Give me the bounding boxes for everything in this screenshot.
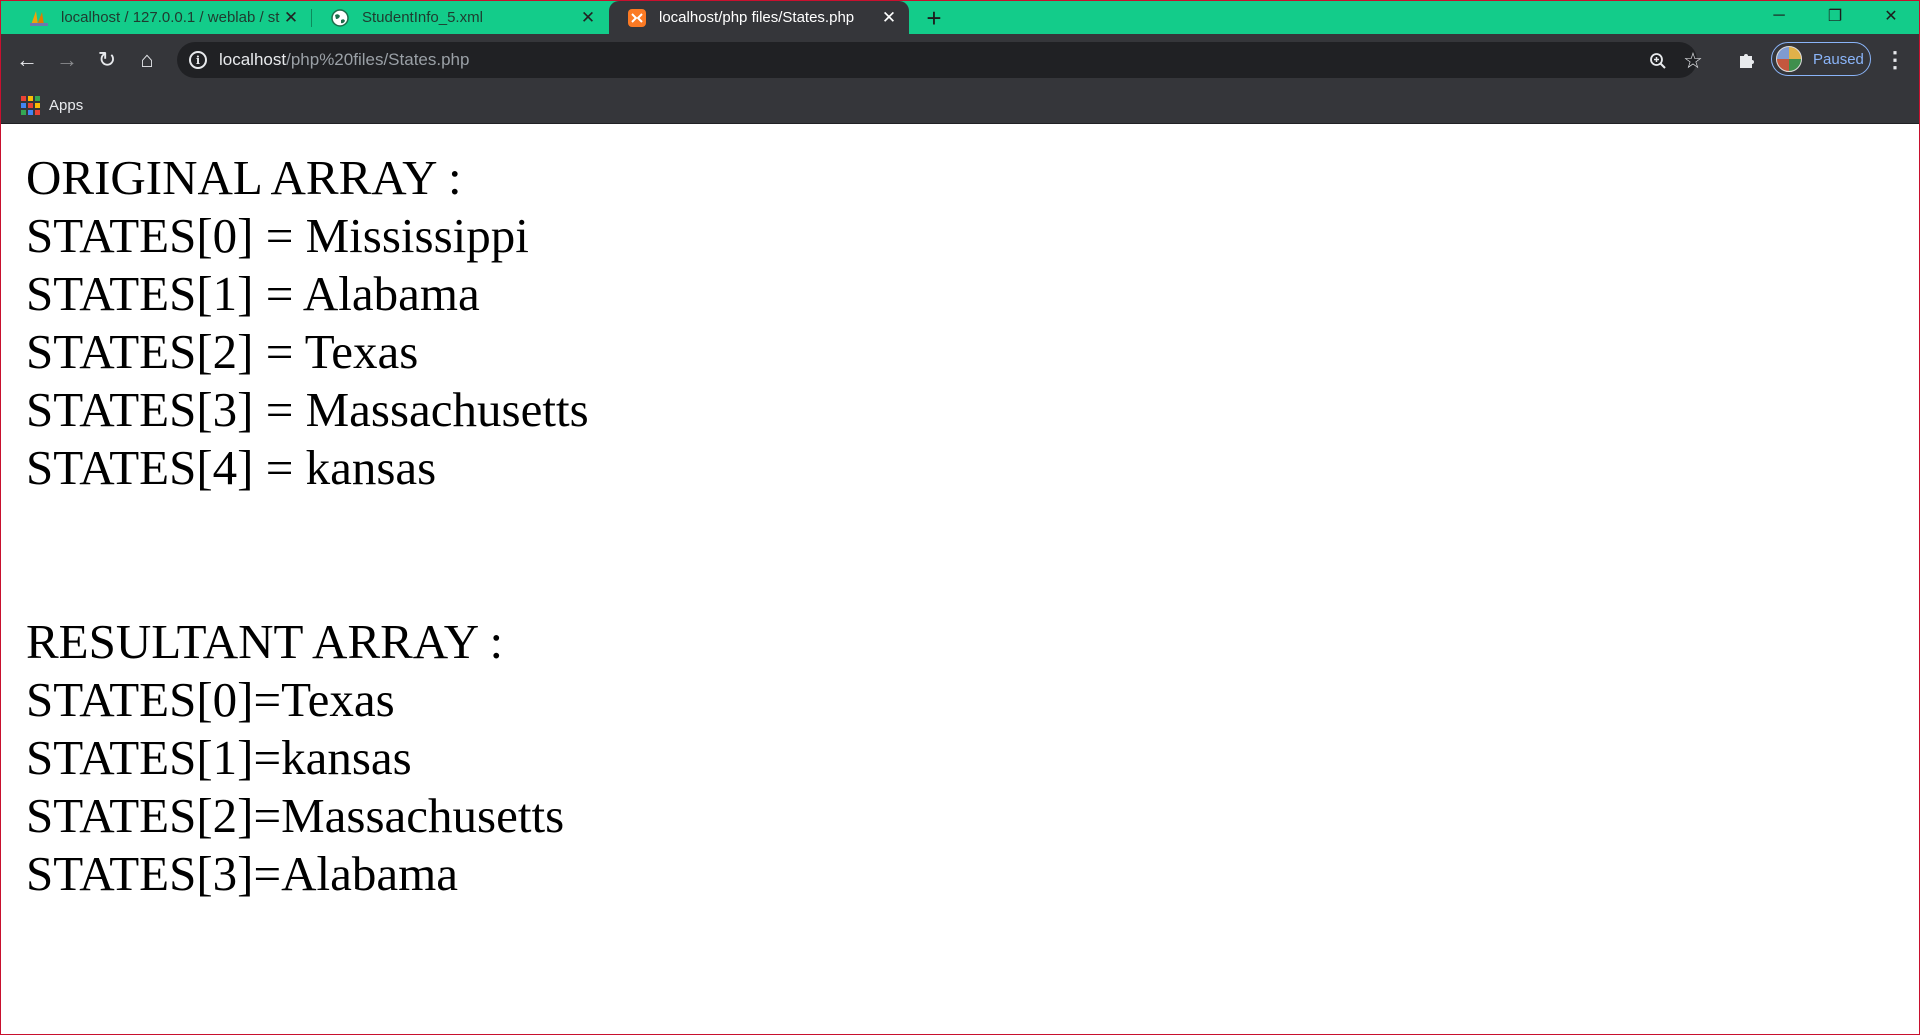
extensions-puzzle-icon[interactable] <box>1731 44 1763 76</box>
home-button[interactable]: ⌂ <box>131 44 163 76</box>
address-url[interactable]: localhost/php%20files/States.php <box>219 50 469 70</box>
phpmyadmin-icon <box>29 8 49 28</box>
close-tab-icon[interactable]: ✕ <box>578 8 598 28</box>
page-content: ORIGINAL ARRAY : STATES[0] = Mississippi… <box>26 149 589 903</box>
resultant-array-line: STATES[3]=Alabama <box>26 846 458 901</box>
address-bar[interactable]: i localhost/php%20files/States.php ☆ <box>177 42 1703 78</box>
avatar <box>1776 46 1802 72</box>
tab-states-php[interactable]: localhost/php files/States.php ✕ <box>609 1 909 34</box>
tab-phpmyadmin[interactable]: localhost / 127.0.0.1 / weblab / st ✕ <box>11 1 311 34</box>
globe-icon <box>330 8 350 28</box>
url-host: localhost <box>219 50 287 69</box>
close-window-button[interactable]: ✕ <box>1863 1 1919 31</box>
bookmark-star-icon[interactable]: ☆ <box>1682 48 1704 73</box>
apps-dot <box>21 109 26 115</box>
profile-status: Paused <box>1813 50 1864 68</box>
close-tab-icon[interactable]: ✕ <box>879 8 899 28</box>
original-array-line: STATES[1] = Alabama <box>26 266 480 321</box>
original-array-line: STATES[3] = Massachusetts <box>26 382 589 437</box>
xampp-icon <box>627 8 647 28</box>
apps-grid-icon <box>21 95 40 115</box>
reload-button[interactable]: ↻ <box>91 44 123 76</box>
browser-toolbar: ← → ↻ ⌂ i localhost/php%20files/States.p… <box>1 34 1919 86</box>
resultant-array-heading: RESULTANT ARRAY : <box>26 614 504 669</box>
resultant-array-line: STATES[0]=Texas <box>26 672 395 727</box>
apps-dot <box>21 95 26 101</box>
site-info-icon[interactable]: i <box>189 51 207 69</box>
original-array-line: STATES[0] = Mississippi <box>26 208 529 263</box>
original-array-line: STATES[2] = Texas <box>26 324 419 379</box>
tab-strip: localhost / 127.0.0.1 / weblab / st ✕ St… <box>1 1 1919 34</box>
apps-dot <box>35 109 40 115</box>
apps-dot <box>28 102 33 108</box>
original-array-heading: ORIGINAL ARRAY : <box>26 150 462 205</box>
menu-icon[interactable]: ⋮ <box>1881 44 1909 76</box>
back-button[interactable]: ← <box>11 44 43 76</box>
bookmarks-bar: Apps <box>1 86 1919 124</box>
profile-button[interactable]: Paused <box>1771 42 1871 76</box>
tab-title: localhost / 127.0.0.1 / weblab / st <box>61 9 280 26</box>
apps-shortcut[interactable]: Apps <box>21 92 83 118</box>
apps-label: Apps <box>49 96 84 114</box>
zoom-icon[interactable] <box>1647 50 1669 72</box>
resultant-array-line: STATES[2]=Massachusetts <box>26 788 565 843</box>
browser-window: localhost / 127.0.0.1 / weblab / st ✕ St… <box>0 0 1920 1035</box>
tab-title: localhost/php files/States.php <box>659 9 855 26</box>
apps-dot <box>28 95 33 101</box>
new-tab-button[interactable]: + <box>921 5 947 31</box>
tab-title: StudentInfo_5.xml <box>362 9 483 26</box>
apps-dot <box>21 102 26 108</box>
resultant-array-line: STATES[1]=kansas <box>26 730 412 785</box>
apps-dot <box>28 109 33 115</box>
tab-studentinfo[interactable]: StudentInfo_5.xml ✕ <box>312 1 608 34</box>
forward-button[interactable]: → <box>51 44 83 76</box>
apps-dot <box>35 102 40 108</box>
minimize-button[interactable]: ─ <box>1751 1 1807 31</box>
apps-dot <box>35 95 40 101</box>
restore-button[interactable]: ❐ <box>1807 1 1863 31</box>
url-path: /php%20files/States.php <box>286 50 470 69</box>
close-tab-icon[interactable]: ✕ <box>281 8 301 28</box>
original-array-line: STATES[4] = kansas <box>26 440 437 495</box>
